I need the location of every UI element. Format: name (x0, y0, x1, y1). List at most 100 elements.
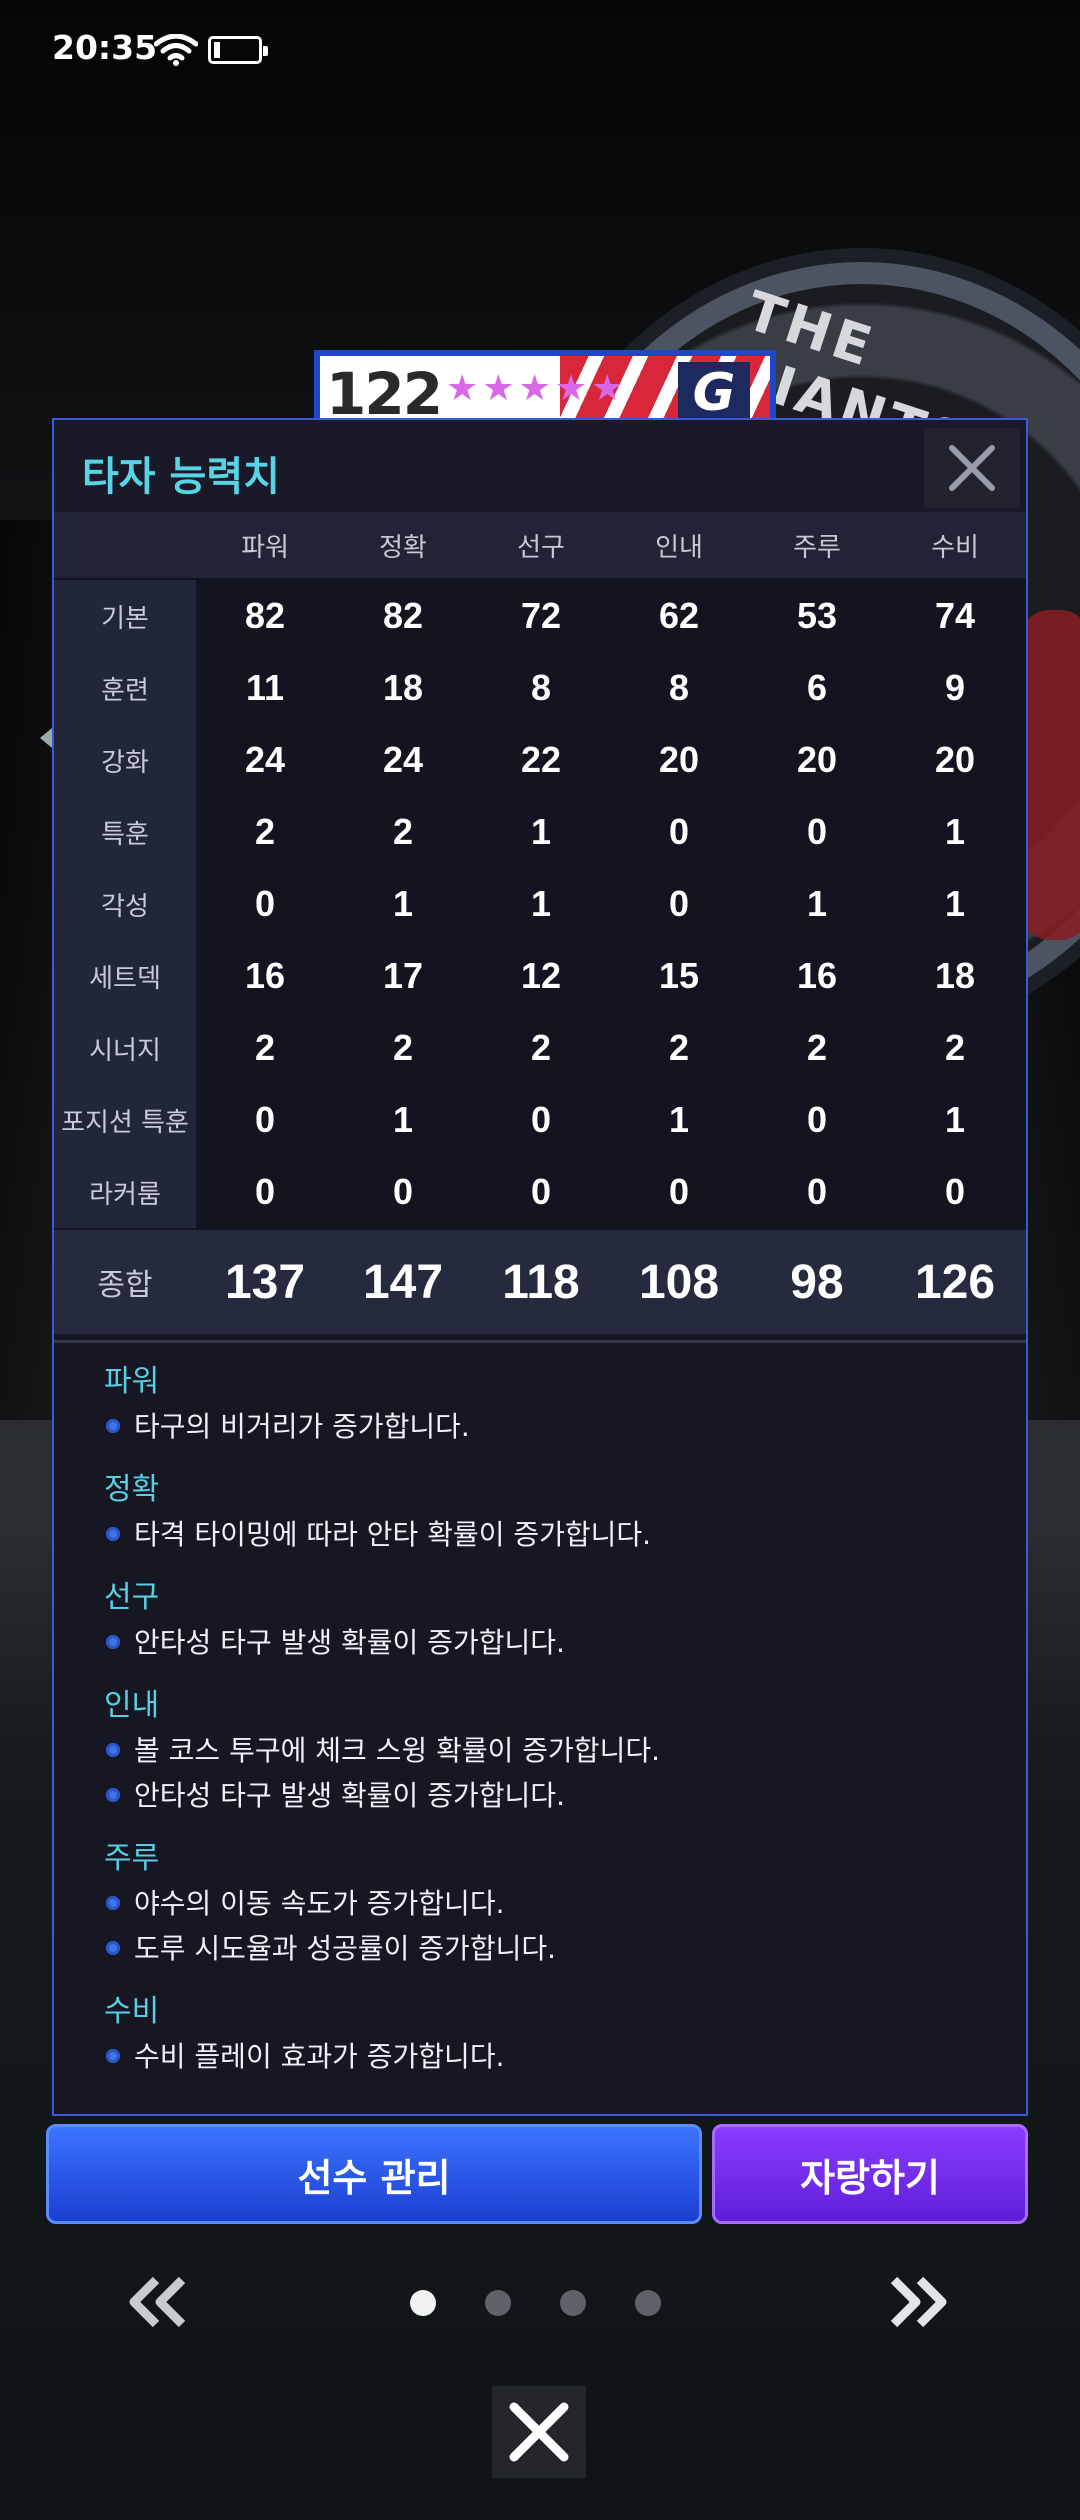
stat-descriptions: 파워 타구의 비거리가 증가합니다. 정확 타격 타이밍에 따라 안타 확률이 증가합… (104, 1360, 984, 2098)
page-indicator (410, 2290, 680, 2320)
stats-row: 특훈 2 2 1 0 0 1 (54, 796, 1026, 868)
stats-row: 강화 24 24 22 20 20 20 (54, 724, 1026, 796)
row-label: 시너지 (54, 1012, 196, 1084)
card-stars: ★★★★★ (446, 368, 628, 409)
team-logo-accent (1020, 610, 1080, 940)
description-text: 안타성 타구 발생 확률이 증가합니다. (134, 1626, 565, 1659)
stat-value: 15 (658, 955, 700, 996)
bullet-icon (106, 1527, 120, 1541)
column-header: 인내 (655, 532, 703, 563)
stat-value: 0 (668, 1171, 690, 1212)
previous-page-icon[interactable] (126, 2276, 192, 2332)
column-header: 정확 (379, 532, 427, 563)
player-card[interactable]: 122 ★★★★★ G (314, 350, 776, 420)
bottom-close-button[interactable] (492, 2386, 586, 2478)
stat-value: 82 (244, 595, 286, 636)
stats-header-row: 파워 정확 선구 인내 주루 수비 (54, 512, 1026, 578)
bullet-icon (106, 1896, 120, 1910)
boast-button[interactable]: 자랑하기 (712, 2124, 1028, 2224)
stat-value: 1 (392, 883, 414, 924)
description-item: 수비 플레이 효과가 증가합니다. (104, 2034, 984, 2079)
description-group: 선구안타성 타구 발생 확률이 증가합니다. (104, 1576, 984, 1665)
description-title: 수비 (104, 1994, 160, 2029)
stat-value: 0 (530, 1099, 552, 1140)
stat-value: 20 (934, 739, 976, 780)
description-text: 타격 타이밍에 따라 안타 확률이 증가합니다. (134, 1518, 652, 1551)
stat-value: 1 (944, 1099, 966, 1140)
dialog-header: 타자 능력치 (54, 420, 1026, 512)
description-item: 볼 코스 투구에 체크 스윙 확률이 증가합니다. (104, 1728, 984, 1773)
stat-value: 0 (254, 1171, 276, 1212)
description-text: 볼 코스 투구에 체크 스윙 확률이 증가합니다. (134, 1734, 660, 1767)
battery-icon (208, 36, 268, 64)
description-text: 야수의 이동 속도가 증가합니다. (134, 1887, 505, 1920)
description-text: 타구의 비거리가 증가합니다. (134, 1410, 470, 1443)
stat-value: 1 (944, 883, 966, 924)
stat-value: 0 (806, 811, 828, 852)
stat-value: 0 (254, 883, 276, 924)
stat-value: 1 (944, 811, 966, 852)
card-number: 122 (326, 360, 443, 420)
stat-value: 2 (530, 1027, 552, 1068)
stat-value: 16 (796, 955, 838, 996)
description-group: 수비수비 플레이 효과가 증가합니다. (104, 1990, 984, 2079)
stat-value: 1 (806, 883, 828, 924)
description-title: 정확 (104, 1472, 160, 1507)
stat-value: 74 (934, 595, 976, 636)
stat-value: 0 (806, 1171, 828, 1212)
stat-value: 2 (944, 1027, 966, 1068)
stat-value: 24 (244, 739, 286, 780)
row-label: 세트덱 (54, 940, 196, 1012)
status-time: 20:35 (52, 28, 158, 67)
stat-value: 53 (796, 595, 838, 636)
left-edge-arrow-icon (40, 728, 52, 748)
dialog-close-button[interactable] (924, 428, 1020, 508)
description-item: 야수의 이동 속도가 증가합니다. (104, 1881, 984, 1926)
description-text: 수비 플레이 효과가 증가합니다. (134, 2040, 505, 2073)
description-text: 도루 시도율과 성공률이 증가합니다. (134, 1932, 557, 1965)
stats-row: 기본 82 82 72 62 53 74 (54, 580, 1026, 652)
description-item: 안타성 타구 발생 확률이 증가합니다. (104, 1620, 984, 1665)
stat-value: 18 (934, 955, 976, 996)
description-item: 도루 시도율과 성공률이 증가합니다. (104, 1926, 984, 1971)
next-page-icon[interactable] (884, 2276, 950, 2332)
stats-table: 파워 정확 선구 인내 주루 수비 기본 82 82 72 62 53 74 훈련 11 18 8 8… (54, 512, 1026, 1334)
stat-value: 11 (245, 667, 285, 708)
row-label: 특훈 (54, 796, 196, 868)
close-icon (949, 445, 995, 491)
stat-value: 20 (796, 739, 838, 780)
stat-value: 1 (668, 1099, 690, 1140)
stat-value: 9 (944, 667, 966, 708)
description-group: 정확타격 타이밍에 따라 안타 확률이 증가합니다. (104, 1468, 984, 1557)
column-header: 선구 (517, 532, 565, 563)
stat-value: 72 (520, 595, 562, 636)
total-value: 126 (914, 1255, 996, 1309)
row-label: 기본 (54, 580, 196, 652)
stat-value: 2 (254, 1027, 276, 1068)
description-title: 선구 (104, 1580, 160, 1615)
row-label: 훈련 (54, 652, 196, 724)
total-value: 137 (224, 1255, 306, 1309)
stats-body: 기본 82 82 72 62 53 74 훈련 11 18 8 8 6 9 강화 24 24 22 20 20 20 특훈… (54, 578, 1026, 1228)
stat-value: 2 (668, 1027, 690, 1068)
stats-row: 라커룸 0 0 0 0 0 0 (54, 1156, 1026, 1228)
page-dot[interactable] (485, 2290, 511, 2316)
stat-value: 24 (382, 739, 424, 780)
stats-row: 세트덱 16 17 12 15 16 18 (54, 940, 1026, 1012)
stat-value: 18 (382, 667, 424, 708)
row-label: 각성 (54, 868, 196, 940)
player-manage-button[interactable]: 선수 관리 (46, 2124, 702, 2224)
stats-row: 포지션 특훈 0 1 0 1 0 1 (54, 1084, 1026, 1156)
stats-row: 각성 0 1 1 0 1 1 (54, 868, 1026, 940)
page-dot[interactable] (635, 2290, 661, 2316)
page-dot[interactable] (410, 2290, 436, 2316)
stat-value: 2 (806, 1027, 828, 1068)
stat-value: 82 (382, 595, 424, 636)
batter-stats-dialog: 타자 능력치 파워 정확 선구 인내 주루 수비 기본 82 82 72 62 53 74 훈… (52, 418, 1028, 2116)
total-label: 종합 (97, 1268, 153, 1303)
total-value: 118 (502, 1255, 580, 1309)
stat-value: 1 (530, 883, 552, 924)
page-dot[interactable] (560, 2290, 586, 2316)
divider (54, 1340, 1026, 1343)
description-item: 타격 타이밍에 따라 안타 확률이 증가합니다. (104, 1512, 984, 1557)
